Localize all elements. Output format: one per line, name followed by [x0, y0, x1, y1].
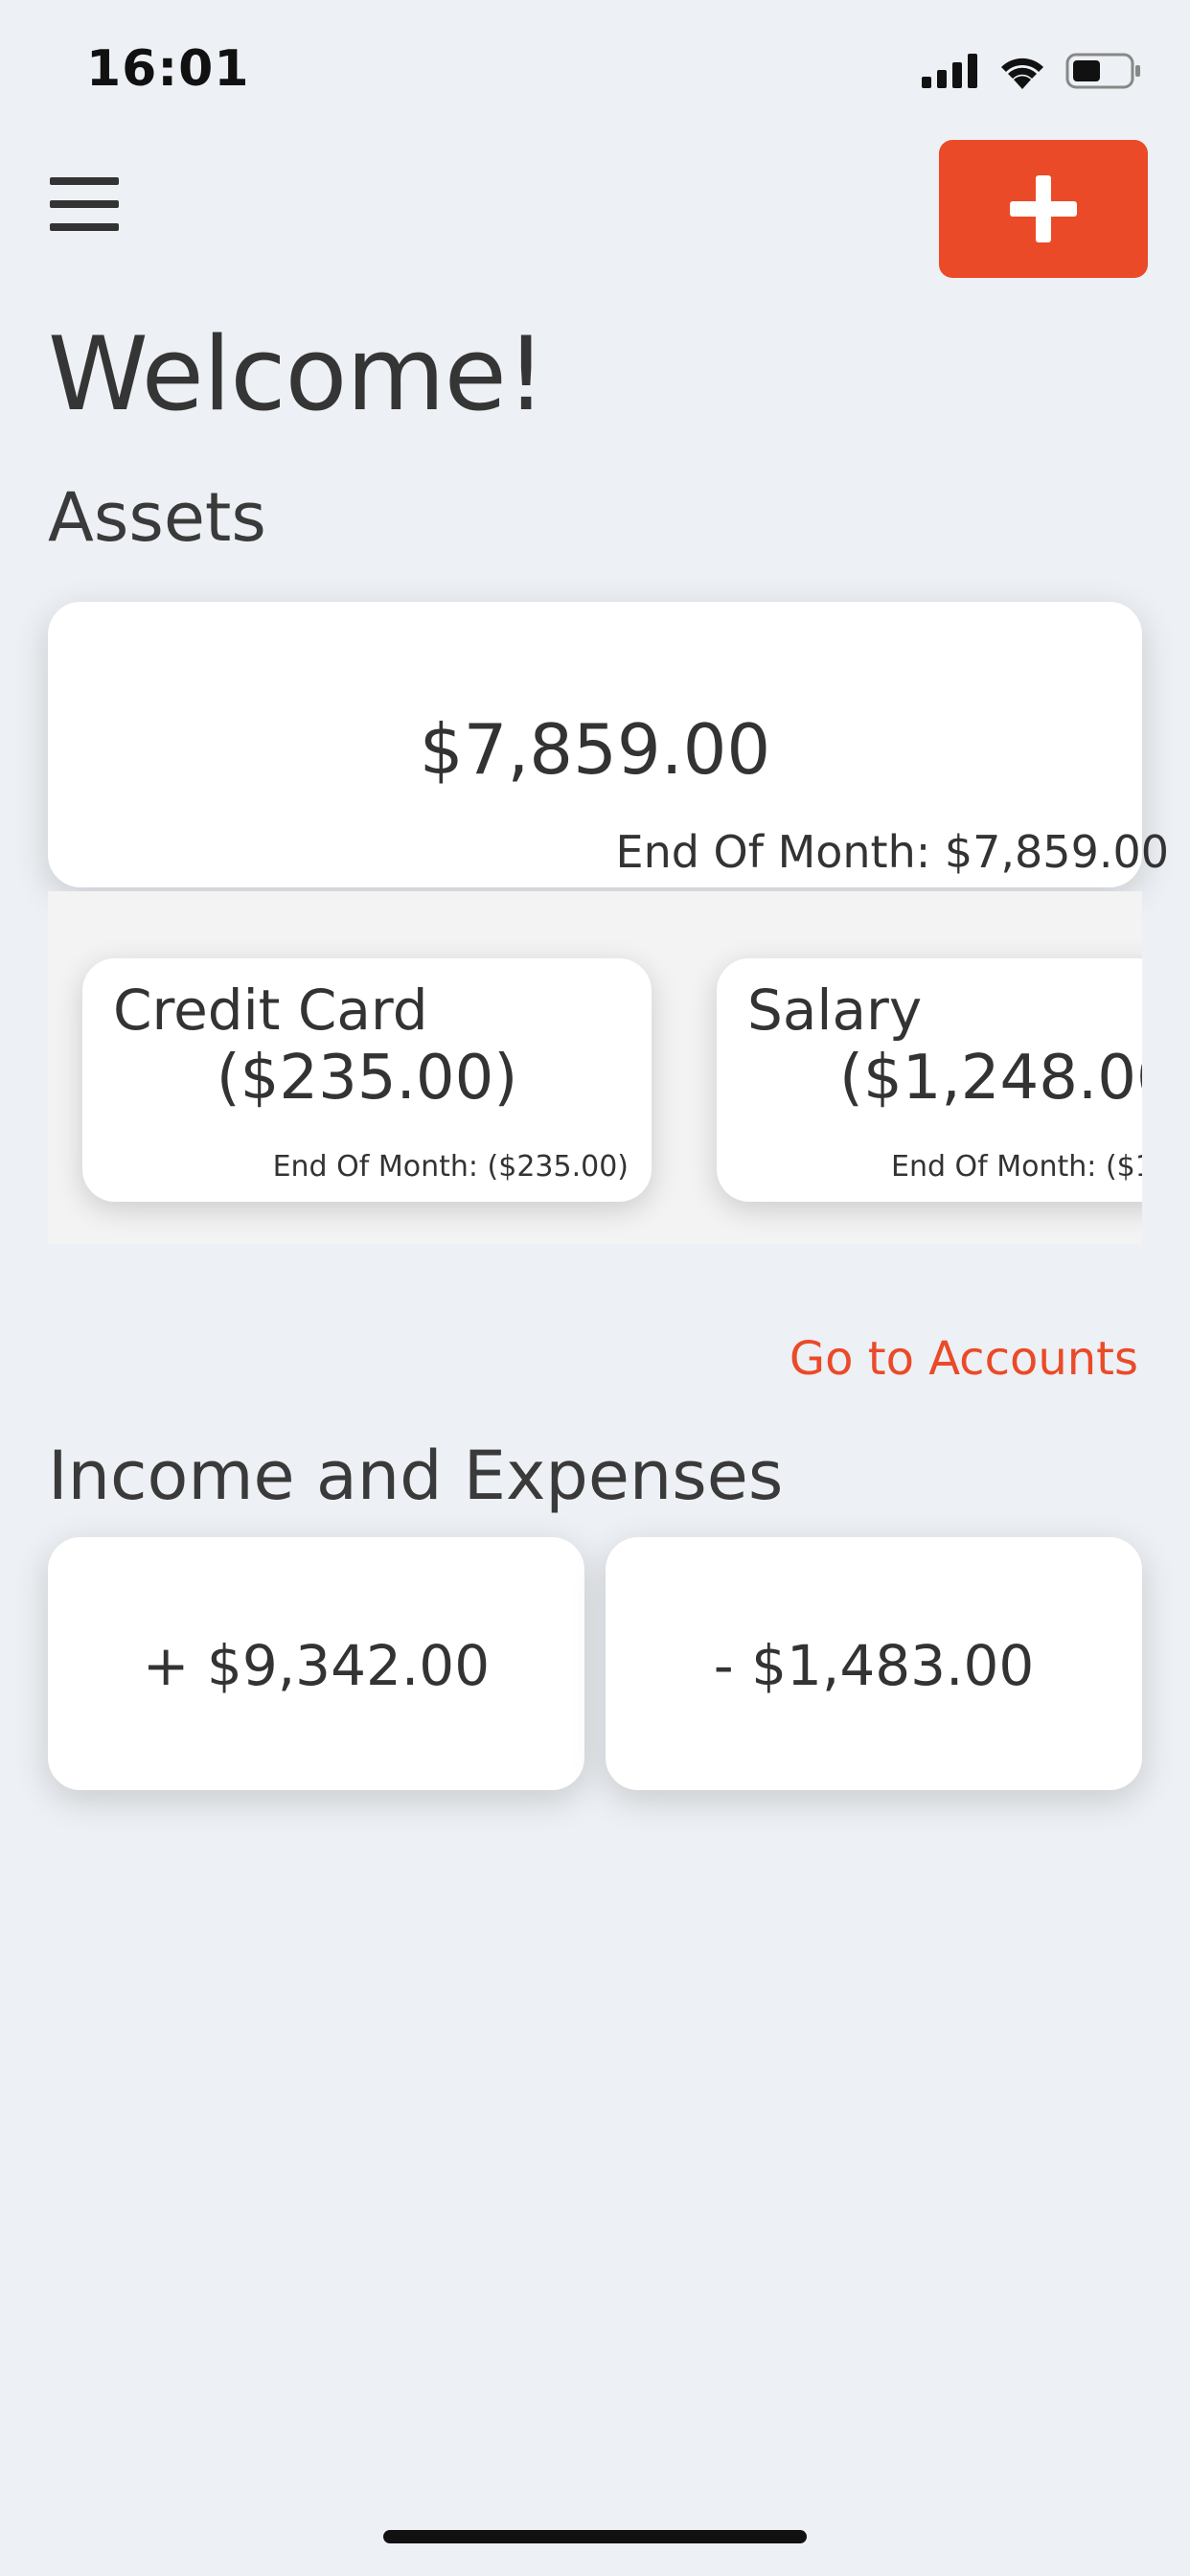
- account-card-credit-card[interactable]: Credit Card ($235.00) End Of Month: ($23…: [82, 958, 652, 1202]
- account-card-salary[interactable]: Salary ($1,248.00) End Of Month: ($1,248…: [717, 958, 1142, 1202]
- assets-total-amount: $7,859.00: [419, 709, 771, 790]
- eom-label: End Of Month:: [615, 826, 931, 878]
- status-icons: [922, 53, 1142, 89]
- status-bar: 16:01: [0, 0, 1190, 144]
- eom-label: End Of Month:: [891, 1150, 1097, 1184]
- wifi-icon: [1001, 58, 1043, 89]
- account-amount: ($1,248.00): [839, 1043, 1142, 1114]
- eom-label: End Of Month:: [272, 1150, 478, 1184]
- expenses-card[interactable]: - $1,483.00: [606, 1537, 1142, 1790]
- status-time: 16:01: [86, 40, 250, 98]
- expenses-amount: - $1,483.00: [713, 1633, 1035, 1698]
- eom-value: $7,859.00: [944, 826, 1169, 878]
- income-expenses-title: Income and Expenses: [48, 1437, 784, 1515]
- eom-value: ($1,248.00): [1105, 1150, 1142, 1184]
- account-end-of-month: End Of Month: ($235.00): [273, 1150, 629, 1184]
- add-button[interactable]: [939, 140, 1148, 278]
- accounts-carousel[interactable]: Credit Card ($235.00) End Of Month: ($23…: [48, 891, 1142, 1244]
- battery-icon: [1065, 53, 1140, 89]
- cellular-signal-icon: [922, 54, 977, 88]
- hamburger-menu-icon[interactable]: [50, 177, 121, 231]
- income-amount: + $9,342.00: [142, 1633, 491, 1698]
- account-name: Salary: [747, 978, 923, 1043]
- income-card[interactable]: + $9,342.00: [48, 1537, 584, 1790]
- welcome-heading: Welcome!: [48, 315, 546, 433]
- account-name: Credit Card: [113, 978, 428, 1043]
- home-indicator[interactable]: [383, 2530, 807, 2543]
- assets-end-of-month: End Of Month: $7,859.00: [616, 826, 1170, 878]
- assets-title: Assets: [48, 478, 266, 557]
- account-end-of-month: End Of Month: ($1,248.00): [891, 1150, 1142, 1184]
- eom-value: ($235.00): [487, 1150, 629, 1184]
- account-amount: ($235.00): [216, 1043, 518, 1114]
- go-to-accounts-link[interactable]: Go to Accounts: [790, 1332, 1138, 1386]
